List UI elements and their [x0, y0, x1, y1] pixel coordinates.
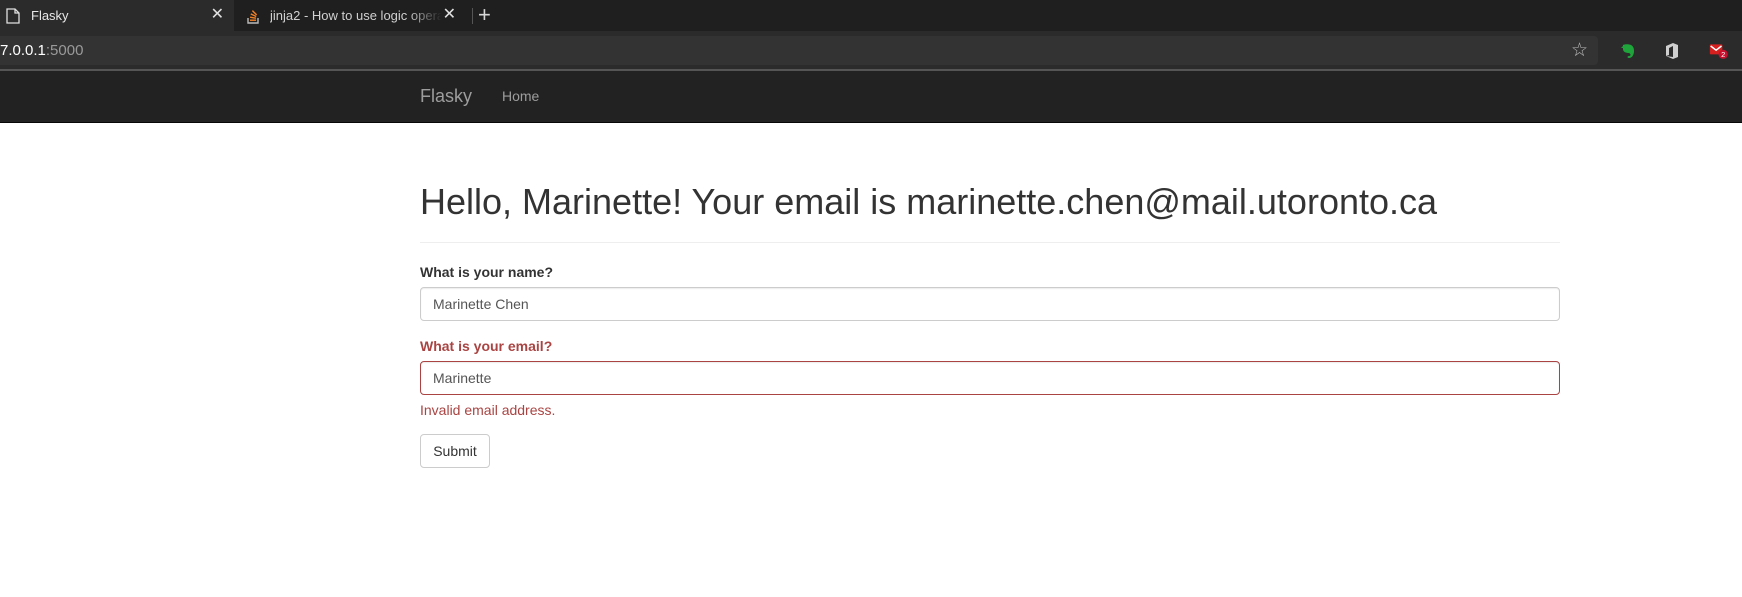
unread-badge: 2	[1721, 50, 1725, 59]
email-label: What is your email?	[420, 338, 553, 354]
tab-title: jinja2 - How to use logic operato	[270, 8, 442, 23]
tab-title: Flasky	[31, 8, 69, 23]
site-navbar: Flasky Home	[0, 71, 1742, 123]
stackoverflow-icon	[247, 10, 259, 24]
name-input[interactable]	[420, 287, 1560, 321]
navbar-brand[interactable]: Flasky	[420, 86, 472, 107]
close-icon[interactable]: ✕	[211, 6, 224, 24]
address-bar[interactable]: 7.0.0.1:5000 ☆	[0, 36, 1598, 65]
page-title: Hello, Marinette! Your email is marinett…	[420, 181, 1438, 222]
browser-tabstrip: Flasky ✕ jinja2 - How to use logic opera…	[0, 0, 1742, 31]
page-header: Hello, Marinette! Your email is marinett…	[420, 178, 1560, 243]
new-tab-icon[interactable]: +	[478, 4, 491, 26]
tab-stackoverflow[interactable]: jinja2 - How to use logic operato ✕	[236, 0, 468, 31]
page-icon	[6, 8, 20, 24]
url-text: 7.0.0.1:5000	[0, 42, 83, 59]
tab-flasky[interactable]: Flasky ✕	[0, 0, 234, 31]
url-host: 7.0.0.1	[0, 42, 46, 59]
nav-link-home[interactable]: Home	[502, 88, 539, 104]
name-label: What is your name?	[420, 264, 554, 280]
browser-toolbar: 7.0.0.1:5000 ☆ 2	[0, 31, 1742, 70]
tab-divider	[472, 8, 473, 24]
evernote-icon[interactable]	[1618, 41, 1638, 61]
email-input[interactable]	[420, 361, 1560, 395]
bookmark-star-icon[interactable]: ☆	[1571, 39, 1588, 62]
url-port: :5000	[45, 42, 84, 59]
office-icon[interactable]	[1662, 41, 1682, 61]
gmail-checker-icon[interactable]: 2	[1709, 41, 1729, 61]
close-icon[interactable]: ✕	[443, 6, 456, 24]
email-error-message: Invalid email address.	[420, 402, 556, 418]
submit-button[interactable]: Submit	[420, 434, 490, 468]
